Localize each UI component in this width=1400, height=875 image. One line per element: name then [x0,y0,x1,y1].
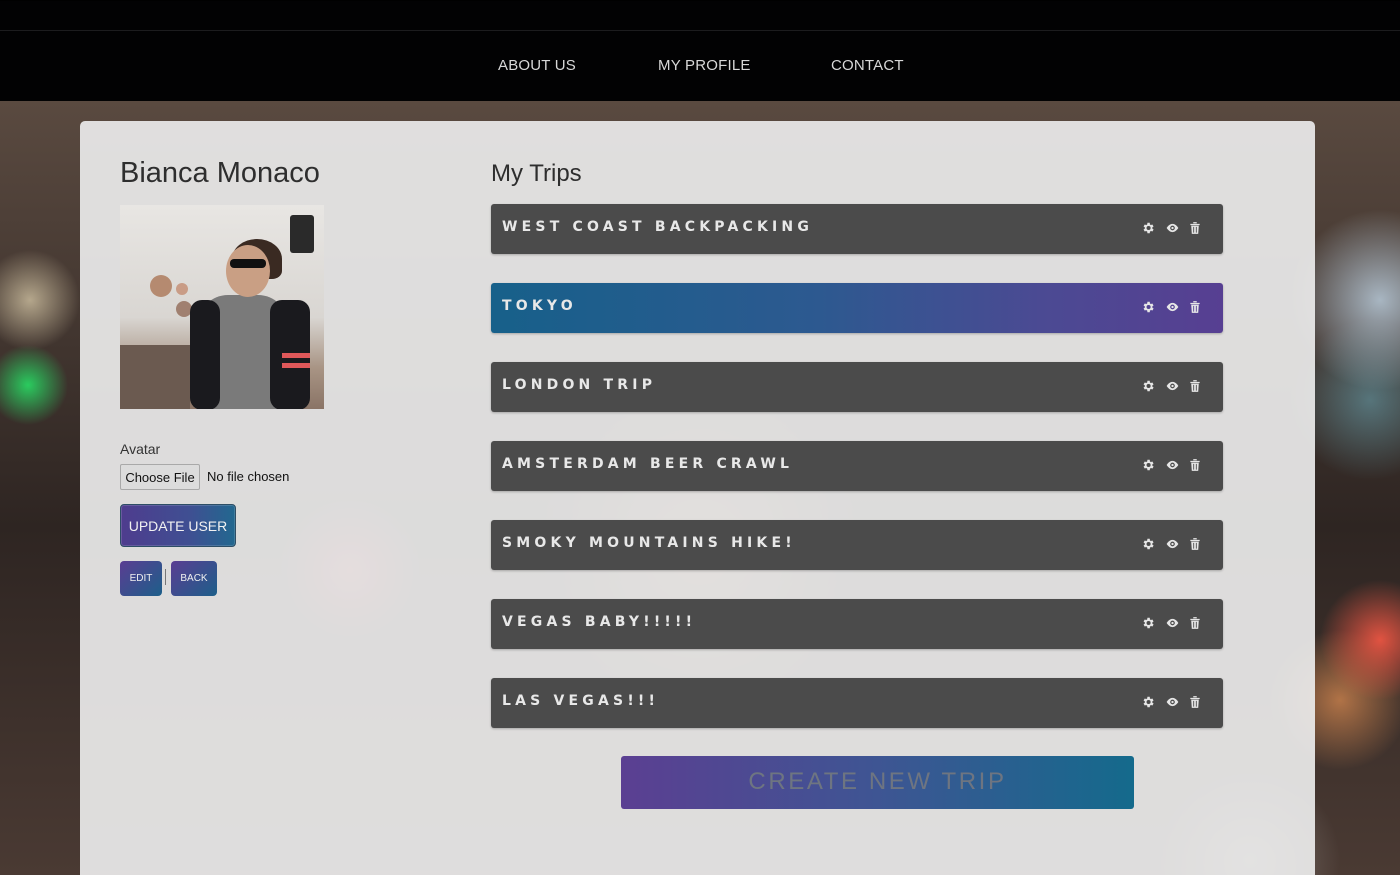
trip-title[interactable]: SMOKY MOUNTAINS HIKE! [502,535,796,551]
eye-icon[interactable] [1165,458,1181,474]
trips-heading: My Trips [491,160,582,187]
file-status: No file chosen [207,469,290,484]
trash-icon[interactable] [1189,616,1205,632]
create-new-trip-button[interactable]: CREATE NEW TRIP [621,756,1134,809]
eye-icon[interactable] [1165,300,1181,316]
eye-icon[interactable] [1165,379,1181,395]
gear-icon[interactable] [1141,458,1157,474]
nav-my-profile[interactable]: MY PROFILE [658,57,751,74]
trip-actions [1141,221,1205,237]
trip-row[interactable]: VEGAS BABY!!!!! [491,599,1223,649]
eye-icon[interactable] [1165,221,1181,237]
eye-icon[interactable] [1165,537,1181,553]
trip-title[interactable]: LONDON TRIP [502,377,656,393]
trip-actions [1141,616,1205,632]
trip-title[interactable]: VEGAS BABY!!!!! [502,614,696,630]
trip-row[interactable]: LONDON TRIP [491,362,1223,412]
avatar-image [120,205,324,409]
gear-icon[interactable] [1141,616,1157,632]
trip-title[interactable]: WEST COAST BACKPACKING [502,219,813,235]
trash-icon[interactable] [1189,221,1205,237]
trip-row[interactable]: SMOKY MOUNTAINS HIKE! [491,520,1223,570]
trip-actions [1141,695,1205,711]
gear-icon[interactable] [1141,221,1157,237]
user-name: Bianca Monaco [120,157,320,189]
trip-actions [1141,379,1205,395]
eye-icon[interactable] [1165,616,1181,632]
trip-row[interactable]: WEST COAST BACKPACKING [491,204,1223,254]
trash-icon[interactable] [1189,537,1205,553]
gear-icon[interactable] [1141,300,1157,316]
trip-title[interactable]: AMSTERDAM BEER CRAWL [502,456,793,472]
trip-row[interactable]: LAS VEGAS!!! [491,678,1223,728]
update-user-button[interactable]: UPDATE USER [120,504,236,547]
gear-icon[interactable] [1141,537,1157,553]
trip-title[interactable]: TOKYO [502,298,577,314]
avatar-label: Avatar [120,441,161,457]
choose-file-button[interactable]: Choose File [120,464,200,490]
trip-actions [1141,458,1205,474]
top-navbar: ABOUT US MY PROFILE CONTACT [0,0,1400,101]
trash-icon[interactable] [1189,379,1205,395]
trip-title[interactable]: LAS VEGAS!!! [502,693,659,709]
trash-icon[interactable] [1189,300,1205,316]
gear-icon[interactable] [1141,379,1157,395]
trip-actions [1141,537,1205,553]
button-separator [165,569,166,585]
trip-row[interactable]: TOKYO [491,283,1223,333]
edit-button[interactable]: EDIT [120,561,162,596]
trip-row[interactable]: AMSTERDAM BEER CRAWL [491,441,1223,491]
trash-icon[interactable] [1189,458,1205,474]
eye-icon[interactable] [1165,695,1181,711]
nav-about-us[interactable]: ABOUT US [498,57,576,74]
gear-icon[interactable] [1141,695,1157,711]
navbar-divider [0,30,1400,31]
trash-icon[interactable] [1189,695,1205,711]
back-button[interactable]: BACK [171,561,217,596]
trip-actions [1141,300,1205,316]
nav-contact[interactable]: CONTACT [831,57,904,74]
